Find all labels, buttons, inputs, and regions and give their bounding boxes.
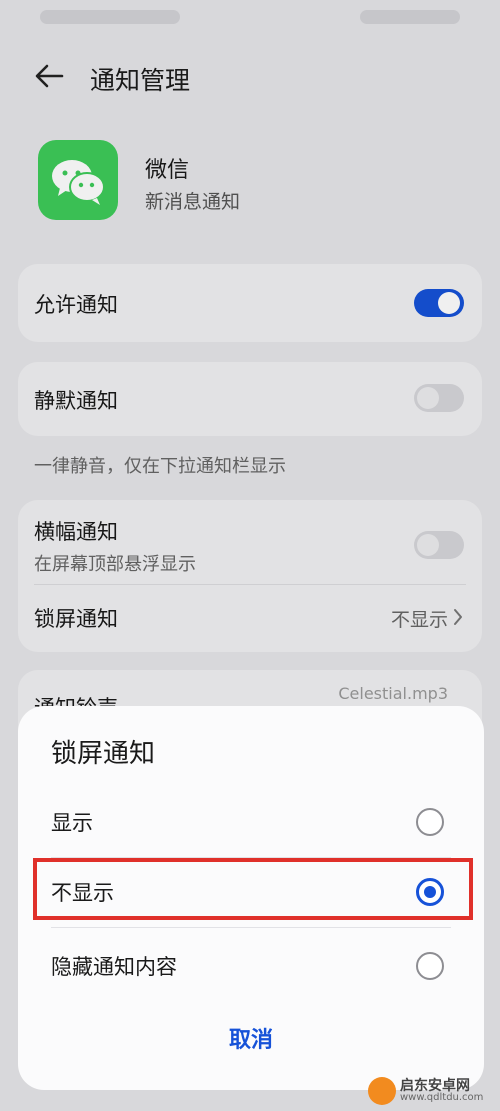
cancel-button[interactable]: 取消: [18, 1022, 484, 1054]
option-label: 显示: [51, 811, 93, 835]
watermark-logo-icon: [368, 1077, 396, 1105]
divider: [51, 927, 451, 928]
option-show[interactable]: 显示: [18, 790, 484, 854]
watermark-url: www.qdltdu.com: [400, 1092, 484, 1103]
lockscreen-options-sheet: 锁屏通知 显示 不显示 隐藏通知内容 取消: [18, 706, 484, 1090]
option-label: 隐藏通知内容: [51, 955, 177, 979]
radio-unchecked[interactable]: [416, 952, 444, 980]
radio-unchecked[interactable]: [416, 808, 444, 836]
watermark: 启东安卓网 www.qdltdu.com: [368, 1075, 494, 1107]
highlight-box: [33, 858, 473, 920]
option-hide-content[interactable]: 隐藏通知内容: [18, 934, 484, 998]
sheet-title: 锁屏通知: [51, 739, 156, 769]
